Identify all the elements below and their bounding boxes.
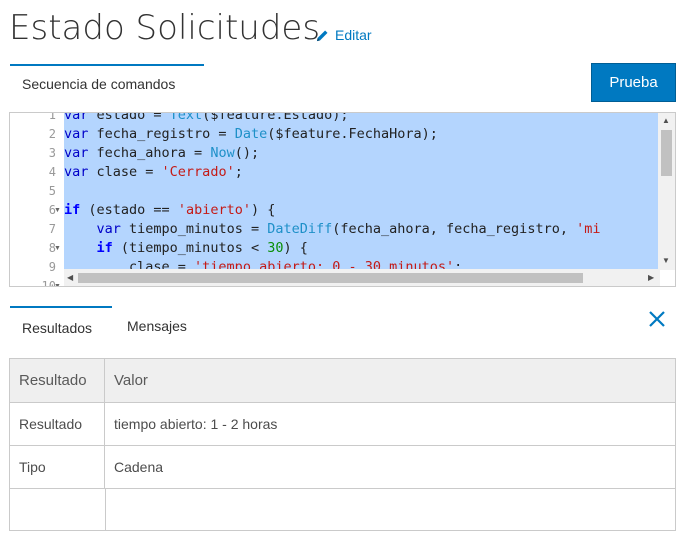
horizontal-scroll-thumb[interactable] — [78, 273, 583, 283]
page-title: Estado Solicitudes — [9, 8, 321, 48]
code-line: if (estado == 'abierto') { — [64, 202, 276, 218]
line-number: 7 — [48, 222, 56, 236]
scroll-down-icon[interactable]: ▼ — [662, 256, 670, 265]
fold-arrow-icon[interactable]: ▼ — [54, 245, 61, 252]
line-number: 10 — [41, 279, 56, 287]
code-line: var tiempo_minutos = DateDiff(fecha_ahor… — [96, 221, 601, 237]
code-line: var estado = Text($feature.Estado); — [64, 113, 349, 123]
scroll-right-icon[interactable]: ▶ — [648, 273, 654, 282]
code-area[interactable]: var estado = Text($feature.Estado); var … — [64, 113, 659, 270]
column-header: Resultado — [10, 359, 105, 402]
tab-results[interactable]: Resultados — [10, 306, 112, 342]
table-cell: Tipo — [10, 446, 105, 488]
table-row: Tipo Cadena — [10, 446, 675, 489]
line-number: 4 — [48, 165, 56, 179]
line-number: 5 — [48, 184, 56, 198]
fold-arrow-icon[interactable]: ▼ — [54, 207, 61, 214]
pencil-icon — [316, 29, 328, 41]
test-button[interactable]: Prueba — [591, 63, 676, 102]
line-number: 3 — [48, 146, 56, 160]
line-number: 6 — [48, 203, 56, 217]
column-divider — [105, 489, 106, 530]
line-gutter: 1 2 3 4 5 6 7 8 9 10 ▼ ▼ ▼ — [10, 112, 64, 286]
table-cell: Resultado — [10, 403, 105, 445]
fold-arrow-icon[interactable]: ▼ — [54, 283, 61, 286]
line-number: 2 — [48, 127, 56, 141]
line-number: 1 — [48, 112, 56, 122]
results-table: Resultado Valor Resultado tiempo abierto… — [9, 358, 676, 531]
code-line: var clase = 'Cerrado'; — [64, 164, 243, 180]
table-cell: tiempo abierto: 1 - 2 horas — [114, 416, 278, 432]
results-tabs: Resultados Mensajes — [10, 306, 676, 342]
vertical-scroll-thumb[interactable] — [661, 130, 672, 176]
scroll-up-icon[interactable]: ▲ — [662, 116, 670, 125]
tab-messages[interactable]: Mensajes — [127, 306, 217, 342]
table-header: Resultado Valor — [10, 359, 675, 403]
line-number: 9 — [48, 260, 56, 274]
vertical-scrollbar[interactable]: ▲ ▼ — [658, 113, 675, 270]
tab-script[interactable]: Secuencia de comandos — [10, 64, 204, 100]
code-line: var fecha_registro = Date($feature.Fecha… — [64, 126, 438, 142]
scroll-left-icon[interactable]: ◀ — [67, 273, 73, 282]
close-icon[interactable] — [647, 309, 667, 329]
horizontal-scrollbar[interactable]: ◀ ▶ — [64, 269, 660, 286]
edit-link-label: Editar — [335, 27, 372, 43]
column-header: Valor — [114, 372, 148, 389]
table-row: Resultado tiempo abierto: 1 - 2 horas — [10, 403, 675, 446]
line-number: 8 — [48, 241, 56, 255]
code-line: var fecha_ahora = Now(); — [64, 145, 260, 161]
table-cell: Cadena — [114, 459, 164, 475]
edit-link[interactable]: Editar — [316, 27, 372, 43]
code-line: if (tiempo_minutos < 30) { — [96, 240, 308, 256]
code-editor[interactable]: 1 2 3 4 5 6 7 8 9 10 ▼ ▼ ▼ var estado = … — [9, 112, 676, 287]
